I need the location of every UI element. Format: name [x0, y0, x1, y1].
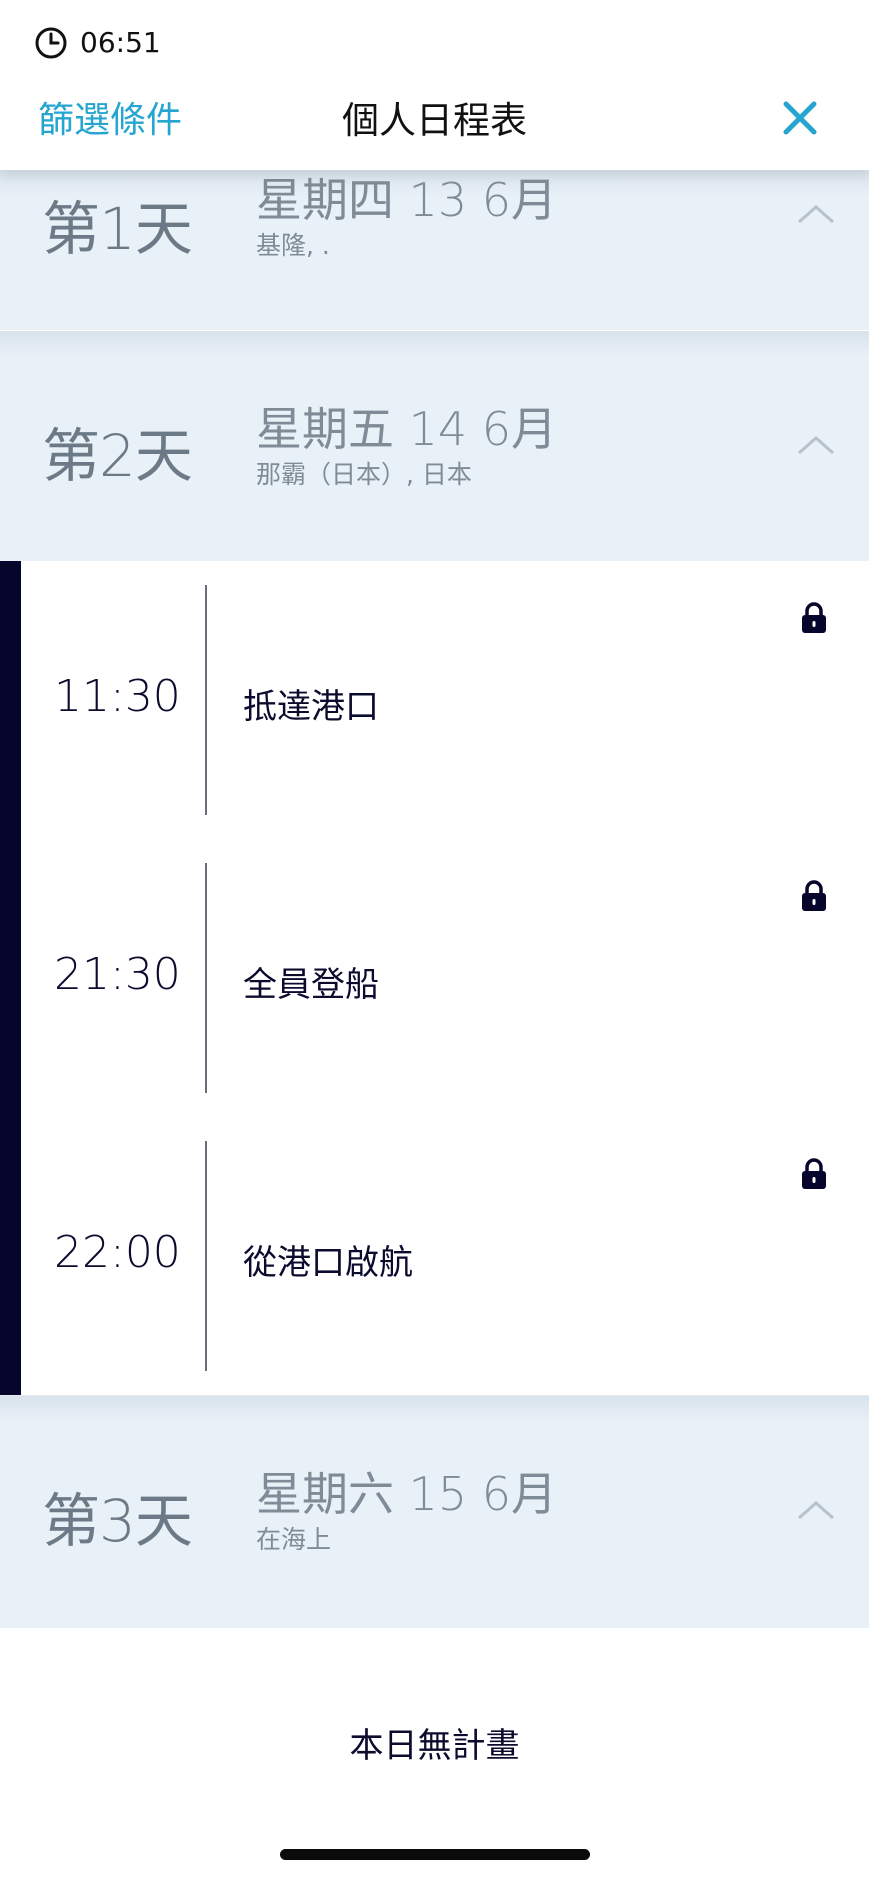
- event-row[interactable]: 21:30 全員登船: [0, 839, 869, 1118]
- day-label: 第3天: [42, 1487, 193, 1555]
- event-row[interactable]: 22:00 從港口啟航: [0, 1117, 869, 1396]
- event-divider: [205, 585, 207, 815]
- clock-icon: [35, 27, 67, 59]
- event-time: 11:30: [54, 671, 181, 722]
- close-icon[interactable]: [776, 94, 826, 144]
- day-label: 第2天: [42, 422, 193, 490]
- event-indicator-bar: [0, 1117, 21, 1395]
- status-time: 06:51: [80, 26, 161, 59]
- status-bar: 06:51: [0, 0, 869, 80]
- event-title: 全員登船: [243, 965, 379, 1005]
- day-location: 那霸（日本）, 日本: [256, 460, 472, 489]
- event-divider: [205, 863, 207, 1093]
- home-indicator[interactable]: [280, 1849, 590, 1860]
- empty-day-message: 本日無計畫: [349, 1726, 520, 1766]
- day-location: 在海上: [256, 1525, 332, 1554]
- day-1-header[interactable]: 第1天 星期四 13 6月 基隆, .: [0, 170, 869, 330]
- lock-icon: [802, 602, 826, 633]
- event-row[interactable]: 11:30 抵達港口: [0, 561, 869, 840]
- day-3-header[interactable]: 第3天 星期六 15 6月 在海上: [0, 1396, 869, 1628]
- event-title: 從港口啟航: [243, 1243, 413, 1283]
- lock-icon: [802, 880, 826, 911]
- event-title: 抵達港口: [243, 687, 379, 727]
- event-time: 22:00: [54, 1227, 181, 1278]
- event-indicator-bar: [0, 839, 21, 1117]
- chevron-up-icon[interactable]: [796, 202, 836, 226]
- day-date: 星期五 14 6月: [256, 402, 558, 456]
- lock-icon: [802, 1158, 826, 1189]
- header: 個人日程表 篩選條件: [0, 80, 869, 170]
- chevron-up-icon[interactable]: [796, 1498, 836, 1522]
- day-date: 星期四 13 6月: [256, 173, 558, 227]
- day-label: 第1天: [42, 195, 193, 263]
- event-indicator-bar: [0, 561, 21, 839]
- event-time: 21:30: [54, 949, 181, 1000]
- event-divider: [205, 1141, 207, 1371]
- day-location: 基隆, .: [256, 231, 330, 260]
- day-2-header[interactable]: 第2天 星期五 14 6月 那霸（日本）, 日本: [0, 331, 869, 561]
- filter-button[interactable]: 篩選條件: [38, 98, 182, 144]
- chevron-up-icon[interactable]: [796, 433, 836, 457]
- day-date: 星期六 15 6月: [256, 1467, 558, 1521]
